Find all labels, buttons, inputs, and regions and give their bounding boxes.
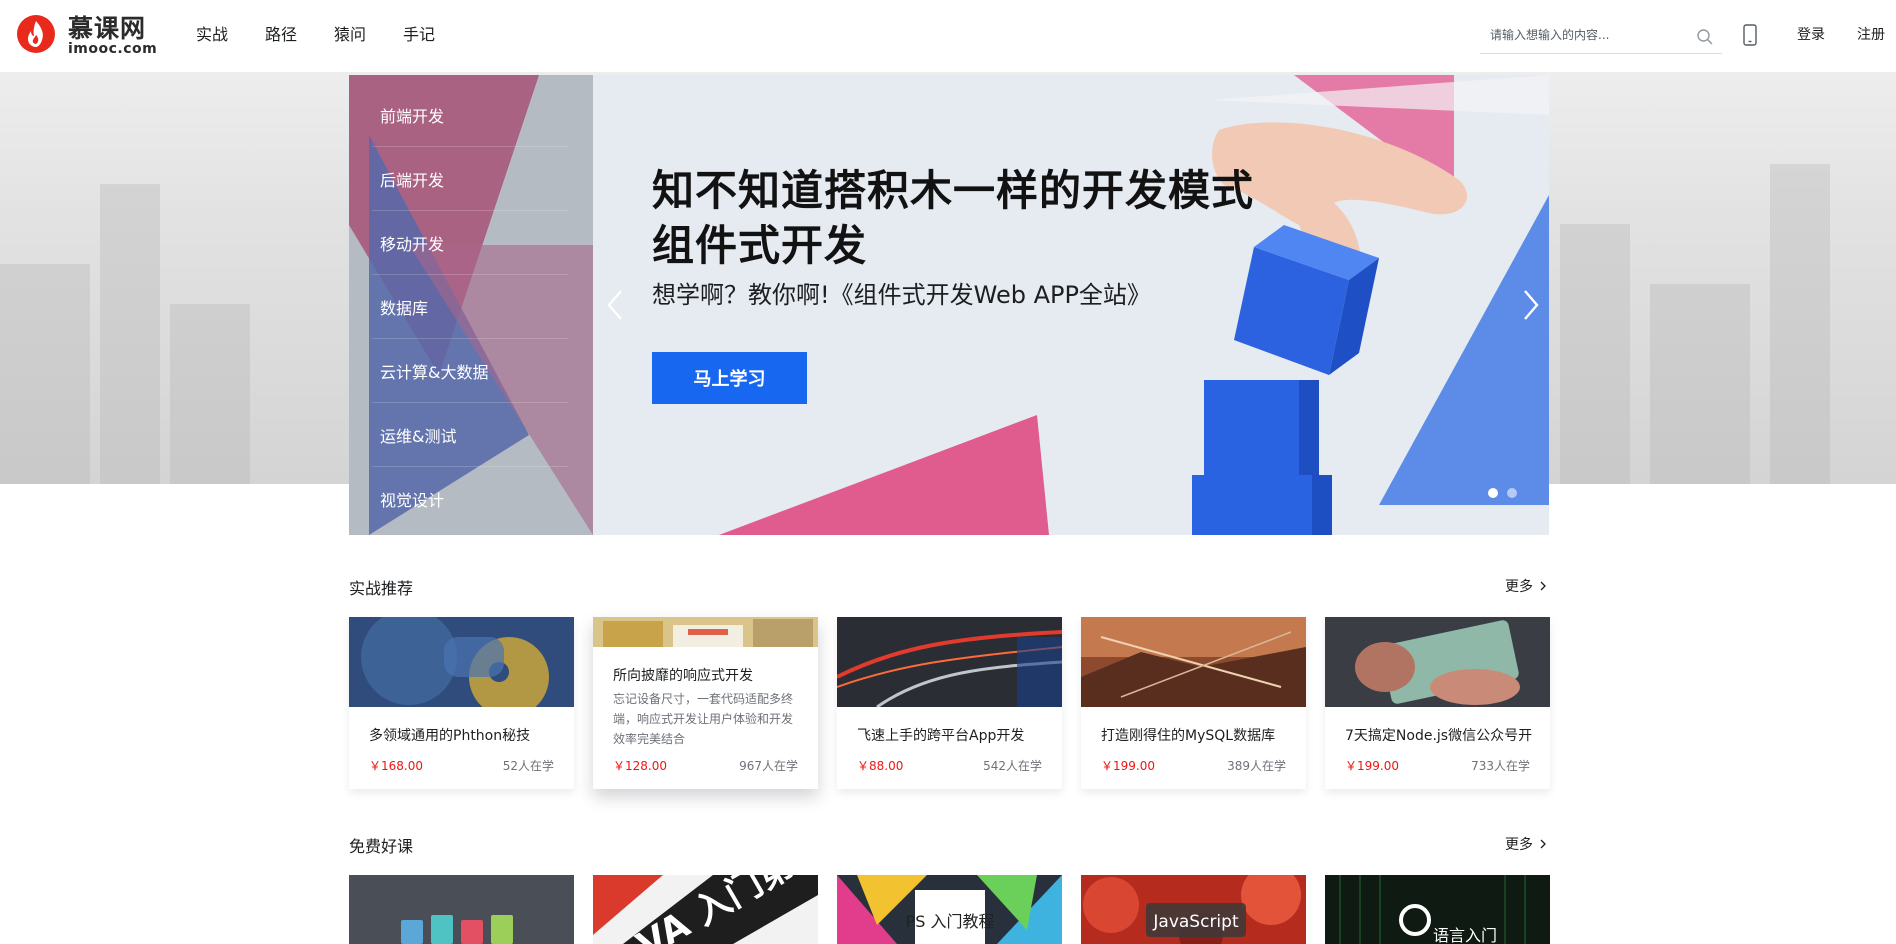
section-title-free: 免费好课 [349, 837, 414, 856]
course-thumbnail [1081, 617, 1306, 707]
course-description: 忘记设备尺寸，一套代码适配多终端，响应式开发让用户体验和开发效率完美结合 [613, 692, 794, 746]
more-label: 更多 [1505, 579, 1533, 595]
course-card[interactable]: 所向披靡的响应式开发 忘记设备尺寸，一套代码适配多终端，响应式开发让用户体验和开… [593, 617, 818, 789]
banner-headline: 知不知道搭积木一样的开发模式 组件式开发 [652, 163, 1254, 273]
course-students: 542人在学 [983, 759, 1042, 773]
free-course-thumbnail[interactable]: 语言入门 [1325, 875, 1550, 944]
chevron-right-icon [1540, 839, 1546, 849]
login-link[interactable]: 登录 [1797, 24, 1825, 44]
course-price: ￥199.00 [1345, 759, 1399, 773]
chevron-left-icon[interactable] [601, 285, 629, 325]
free-course-thumbnail[interactable] [349, 875, 574, 944]
category-menu: 前端开发 后端开发 移动开发 数据库 云计算&大数据 运维&测试 视觉设计 [349, 75, 593, 535]
category-item-backend[interactable]: 后端开发 [372, 147, 568, 211]
free-more-link[interactable]: 更多 [1505, 834, 1547, 854]
learn-now-button[interactable]: 马上学习 [652, 352, 807, 404]
course-thumbnail [837, 617, 1062, 707]
carousel-dot[interactable] [1507, 488, 1517, 498]
logo-text-en: imooc.com [68, 41, 158, 57]
course-students: 389人在学 [1227, 759, 1286, 773]
category-item-ops[interactable]: 运维&测试 [372, 403, 568, 467]
course-title: 打造刚得住的MySQL数据库 [1101, 728, 1276, 744]
search-input[interactable] [1480, 18, 1680, 52]
search-icon[interactable] [1696, 28, 1714, 46]
course-price: ￥128.00 [613, 759, 667, 773]
flame-logo-icon [17, 15, 55, 53]
course-title: 7天搞定Node.js微信公众号开 [1345, 728, 1533, 744]
practice-more-link[interactable]: 更多 [1505, 576, 1547, 596]
free-course-thumbnail[interactable]: VA 入门第一季 [593, 875, 818, 944]
main-nav: 实战 路径 猿问 手记 [196, 22, 435, 48]
nav-item-shizhan[interactable]: 实战 [196, 22, 228, 48]
course-price: ￥88.00 [857, 759, 904, 773]
banner-headline-line2: 组件式开发 [652, 221, 868, 270]
category-item-frontend[interactable]: 前端开发 [372, 83, 568, 147]
chevron-right-icon[interactable] [1517, 285, 1545, 325]
course-card[interactable]: 打造刚得住的MySQL数据库 ￥199.00 389人在学 [1081, 617, 1306, 789]
course-students: 52人在学 [502, 759, 554, 773]
site-logo[interactable]: 慕课网 imooc.com [16, 14, 158, 56]
course-students: 733人在学 [1471, 759, 1530, 773]
course-card[interactable]: 飞速上手的跨平台App开发 ￥88.00 542人在学 [837, 617, 1062, 789]
course-title: 飞速上手的跨平台App开发 [857, 728, 1025, 744]
banner-headline-line1: 知不知道搭积木一样的开发模式 [652, 166, 1255, 215]
course-card[interactable]: 7天搞定Node.js微信公众号开 ￥199.00 733人在学 [1325, 617, 1550, 789]
free-course-thumbnail[interactable]: PS 入门教程 [837, 875, 1062, 944]
banner-subline: 想学啊？教你啊!《组件式开发Web APP全站》 [652, 281, 1151, 309]
nav-item-shouji[interactable]: 手记 [403, 22, 435, 48]
course-thumbnail [349, 617, 574, 707]
course-thumbnail [1325, 617, 1550, 707]
top-header: 慕课网 imooc.com 实战 路径 猿问 手记 登录 注册 [0, 0, 1896, 72]
free-course-thumbnail[interactable]: JavaScript [1081, 875, 1306, 944]
mobile-app-icon[interactable] [1742, 24, 1758, 46]
search-box [1480, 18, 1722, 54]
register-link[interactable]: 注册 [1857, 24, 1885, 44]
course-card[interactable]: 多领域通用的Phthon秘技 ￥168.00 52人在学 [349, 617, 574, 789]
nav-item-yuanwen[interactable]: 猿问 [334, 22, 366, 48]
chevron-right-icon [1540, 581, 1546, 591]
thumb-text: JavaScript [1152, 912, 1239, 932]
course-students: 967人在学 [739, 759, 798, 773]
more-label: 更多 [1505, 837, 1533, 853]
hero-banner: 前端开发 后端开发 移动开发 数据库 云计算&大数据 运维&测试 视觉设计 知不… [349, 75, 1549, 535]
nav-item-lujing[interactable]: 路径 [265, 22, 297, 48]
category-item-design[interactable]: 视觉设计 [372, 467, 568, 531]
carousel-dots [1488, 488, 1517, 498]
category-item-mobile[interactable]: 移动开发 [372, 211, 568, 275]
thumb-text: PS 入门教程 [906, 912, 995, 931]
section-title-practice: 实战推荐 [349, 579, 414, 598]
course-title: 所向披靡的响应式开发 [613, 668, 753, 684]
thumb-text: 语言入门 [1433, 926, 1497, 944]
carousel-dot[interactable] [1488, 488, 1498, 498]
category-item-database[interactable]: 数据库 [372, 275, 568, 339]
logo-text-cn: 慕课网 [68, 14, 147, 43]
course-price: ￥199.00 [1101, 759, 1155, 773]
course-price: ￥168.00 [369, 759, 423, 773]
course-title: 多领域通用的Phthon秘技 [369, 728, 531, 744]
category-item-cloud[interactable]: 云计算&大数据 [372, 339, 568, 403]
course-thumbnail [593, 617, 818, 647]
